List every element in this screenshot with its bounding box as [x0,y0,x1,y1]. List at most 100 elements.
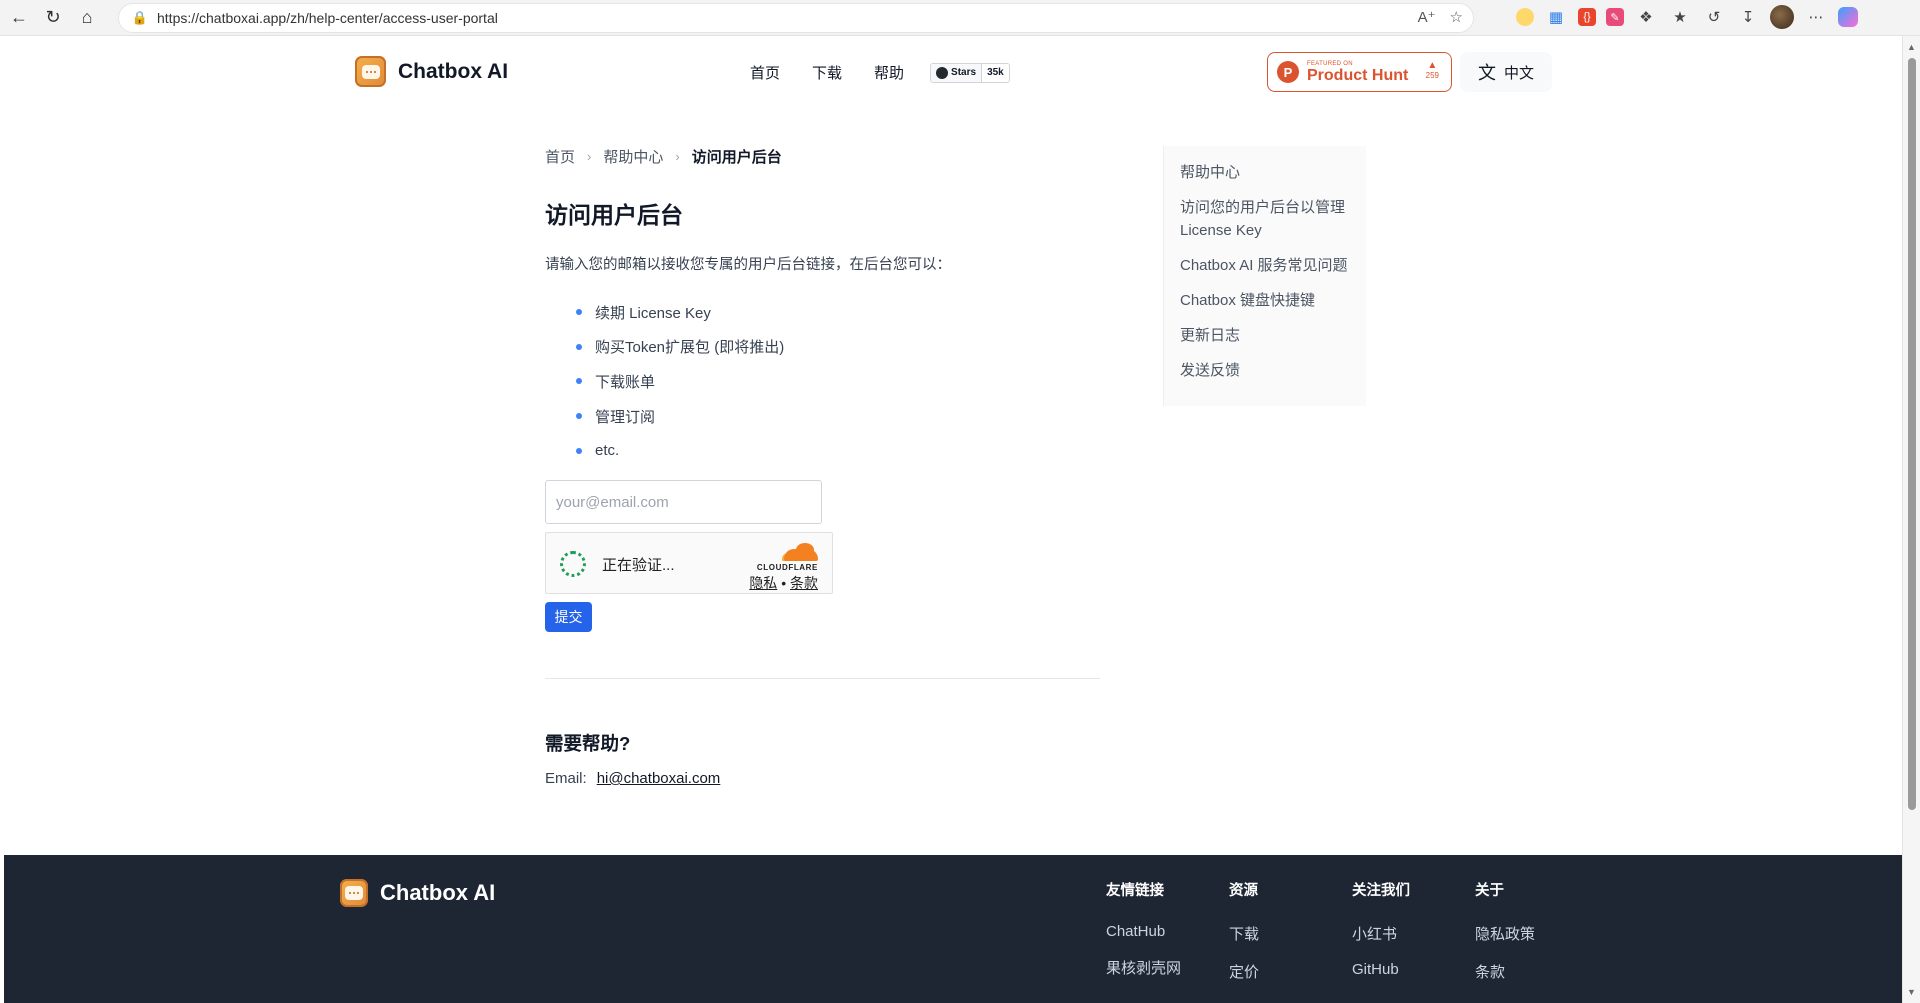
scroll-down-arrow-icon[interactable]: ▼ [1907,987,1916,997]
footer-column-title: 关于 [1475,883,1504,899]
breadcrumb-help-center[interactable]: 帮助中心 [603,146,663,167]
translate-icon: 文 [1477,63,1496,83]
footer-logo[interactable]: Chatbox AI [340,879,495,907]
footer-link-privacy[interactable]: 隐私政策 [1475,923,1535,944]
github-icon [936,66,949,79]
sidebar-item-help-center[interactable]: 帮助中心 [1180,161,1360,184]
section-divider [545,678,1100,679]
product-hunt-count: 259 [1425,71,1439,80]
footer-column-about: 关于 隐私政策 条款 [1475,879,1535,999]
footer-link-terms[interactable]: 条款 [1475,961,1535,982]
product-hunt-badge[interactable]: P FEATURED ON Product Hunt ▲ 259 [1267,52,1452,92]
intro-text: 请输入您的邮箱以接收您专属的用户后台链接，在后台您可以： [545,257,951,273]
nav-help-link[interactable]: 帮助 [874,62,904,83]
more-menu-icon[interactable]: ⋯ [1804,5,1828,29]
product-hunt-name: Product Hunt [1307,66,1409,84]
github-stars-label: Stars [951,67,977,78]
footer-link-github[interactable]: GitHub [1352,961,1410,978]
footer-link-xiaohongshu[interactable]: 小红书 [1352,923,1410,944]
cloudflare-privacy-link[interactable]: 隐私 [749,575,777,591]
breadcrumb-home[interactable]: 首页 [545,146,575,167]
nav-home-link[interactable]: 首页 [750,62,780,83]
footer-column-friends: 友情链接 ChatHub 果核剥壳网 [1106,879,1181,995]
help-sidebar: 帮助中心 访问您的用户后台以管理 License Key Chatbox AI … [1163,146,1366,406]
footer-link-download[interactable]: 下载 [1229,923,1259,944]
link-separator: • [777,575,790,591]
url-text[interactable]: https://chatboxai.app/zh/help-center/acc… [157,10,498,26]
scroll-thumb[interactable] [1908,58,1916,810]
feature-list: 续期 License Key 购买Token扩展包 (即将推出) 下载账单 管理… [576,295,784,468]
list-item: 续期 License Key [576,295,784,330]
cloudflare-terms-link[interactable]: 条款 [790,575,818,591]
lock-icon[interactable]: 🔒 [131,9,149,27]
footer-link-guohe[interactable]: 果核剥壳网 [1106,957,1181,978]
profile-avatar[interactable] [1770,5,1794,29]
bullet-icon [576,343,582,350]
site-logo[interactable]: Chatbox AI [355,56,508,87]
github-stars-badge[interactable]: Stars 35k [930,62,1010,83]
footer-link-chathub[interactable]: ChatHub [1106,923,1181,940]
email-input[interactable] [545,480,822,524]
sidebar-item-changelog[interactable]: 更新日志 [1180,324,1360,347]
list-item: 购买Token扩展包 (即将推出) [576,330,784,365]
breadcrumb: 首页 › 帮助中心 › 访问用户后台 [545,146,782,167]
scroll-up-arrow-icon[interactable]: ▲ [1907,42,1916,52]
help-title: 需要帮助? [545,733,631,754]
email-label: Email: [545,770,587,787]
extension-icon[interactable]: ✎ [1606,8,1624,26]
site-footer: Chatbox AI 友情链接 ChatHub 果核剥壳网 资源 下载 定价 关… [4,855,1902,1003]
cloudflare-cloud-icon [782,543,818,561]
list-item-text: 购买Token扩展包 (即将推出) [595,339,785,357]
language-switcher[interactable]: 文 中文 [1460,52,1552,92]
footer-column-resources: 资源 下载 定价 [1229,879,1259,999]
extension-icon[interactable] [1516,8,1534,26]
download-icon[interactable]: ↧ [1736,5,1760,29]
footer-link-pricing[interactable]: 定价 [1229,961,1259,982]
copilot-icon[interactable] [1838,7,1858,27]
site-header: Chatbox AI 首页 下载 帮助 Stars 35k P FEATURED… [0,36,1902,106]
extension-icon[interactable]: {} [1578,8,1596,26]
refresh-icon[interactable]: ↻ [38,3,68,33]
extensions-puzzle-icon[interactable]: ❖ [1634,5,1658,29]
list-item-text: 续期 License Key [595,304,711,322]
submit-button[interactable]: 提交 [545,602,592,632]
footer-column-title: 友情链接 [1106,883,1164,899]
bullet-icon [576,447,582,454]
cloudflare-wordmark: CLOUDFLARE [756,563,818,572]
bullet-icon [576,378,582,385]
footer-column-follow: 关注我们 小红书 GitHub [1352,879,1410,995]
address-bar[interactable]: 🔒 https://chatboxai.app/zh/help-center/a… [118,3,1474,33]
main-nav: 首页 下载 帮助 Stars 35k [750,62,1010,83]
chevron-right-icon: › [587,149,592,164]
read-aloud-icon[interactable]: A⁺ [1418,8,1436,26]
favorites-icon[interactable]: ★ [1668,5,1692,29]
list-item: 下载账单 [576,364,784,399]
sidebar-item-shortcuts[interactable]: Chatbox 键盘快捷键 [1180,289,1360,312]
list-item: 管理订阅 [576,399,784,434]
product-hunt-icon: P [1277,61,1299,83]
breadcrumb-current: 访问用户后台 [691,149,782,166]
list-item: etc. [576,433,784,468]
chevron-right-icon: › [675,149,680,164]
page-scrollbar[interactable]: ▲ ▼ [1902,36,1920,1003]
sidebar-item-user-portal[interactable]: 访问您的用户后台以管理 License Key [1180,196,1360,242]
sidebar-item-faq[interactable]: Chatbox AI 服务常见问题 [1180,254,1360,277]
footer-logo-text: Chatbox AI [380,880,496,905]
extension-icon[interactable]: ▦ [1544,5,1568,29]
back-icon[interactable]: ← [4,3,34,33]
cloudflare-turnstile[interactable]: 正在验证... CLOUDFLARE 隐私 • 条款 [545,532,833,594]
support-email-link[interactable]: hi@chatboxai.com [597,770,721,787]
home-icon[interactable]: ⌂ [72,3,102,33]
bullet-icon [576,413,582,420]
list-item-text: etc. [595,442,620,460]
sidebar-item-feedback[interactable]: 发送反馈 [1180,359,1360,382]
favorite-star-icon[interactable]: ☆ [1450,8,1463,26]
loading-spinner-icon [560,551,586,577]
footer-column-title: 关注我们 [1352,883,1410,899]
nav-download-link[interactable]: 下载 [812,62,842,83]
github-stars-count: 35k [982,63,1009,82]
history-icon[interactable]: ↺ [1702,5,1726,29]
browser-toolbar: ← ↻ ⌂ 🔒 https://chatboxai.app/zh/help-ce… [0,0,1920,36]
footer-column-title: 资源 [1229,883,1258,899]
upvote-triangle-icon: ▲ [1427,60,1438,71]
